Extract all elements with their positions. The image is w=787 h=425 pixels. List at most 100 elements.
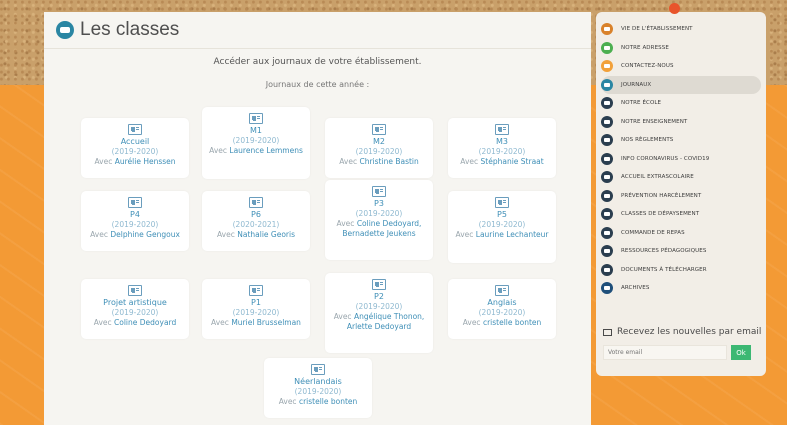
journal-icon (311, 364, 325, 375)
class-teacher: Stéphanie Straat (480, 157, 544, 166)
class-teacher: Delphine Gengoux (110, 230, 180, 239)
class-with-label: Avec (339, 157, 358, 166)
class-with-label: Avec (90, 230, 108, 239)
email-input[interactable] (603, 345, 727, 360)
page-title: Les classes (80, 19, 180, 40)
class-year: (2020-2021) (232, 220, 280, 229)
class-teacher: Coline Dedoyard, Bernadette Jeukens (342, 219, 422, 238)
sidebar-item[interactable]: DOCUMENTS À TÉLÉCHARGER (601, 261, 761, 280)
class-card[interactable]: M2 (2019-2020) Avec Christine Bastin (325, 118, 433, 178)
class-with-label: Avec (211, 318, 229, 327)
sidebar-item-label: DOCUMENTS À TÉLÉCHARGER (621, 266, 707, 273)
class-with-label: Avec (336, 219, 355, 228)
ok-button[interactable]: Ok (731, 345, 751, 360)
newspaper-icon (56, 21, 74, 39)
journal-icon (128, 124, 142, 135)
sidebar-item[interactable]: RESSOURCES PÉDAGOGIQUES (601, 242, 761, 261)
sidebar-item[interactable]: JOURNAUX (601, 75, 761, 94)
book-icon (601, 171, 613, 184)
sidebar-item[interactable]: INFO CORONAVIRUS - COVID19 (601, 150, 761, 169)
class-year: (2019-2020) (232, 136, 280, 145)
class-name: Accueil (120, 137, 150, 146)
sidebar-item-label: NOTRE ENSEIGNEMENT (621, 118, 688, 125)
sidebar-item[interactable]: COMMANDE DE REPAS (601, 224, 761, 243)
sidebar-item[interactable]: PRÉVENTION HARCÈLEMENT (601, 187, 761, 206)
class-with-label: Avec (462, 318, 481, 327)
school-icon (601, 23, 613, 36)
class-teacher: Aurélie Henssen (114, 157, 176, 166)
class-year: (2019-2020) (355, 209, 403, 218)
sidebar-item[interactable]: VIE DE L'ÉTABLISSEMENT (601, 20, 761, 39)
sidebar-item-label: PRÉVENTION HARCÈLEMENT (621, 192, 702, 199)
class-name: M3 (496, 137, 508, 146)
class-card[interactable]: M3 (2019-2020) Avec Stéphanie Straat (448, 118, 556, 178)
book-icon (601, 189, 613, 202)
sidebar-item-label: NOS RÈGLEMENTS (621, 137, 674, 144)
class-card[interactable]: M1 (2019-2020) Avec Laurence Lemmens (202, 107, 310, 179)
class-with-label: Avec (455, 230, 474, 239)
class-year: (2019-2020) (111, 220, 159, 229)
class-card[interactable]: P5 (2019-2020) Avec Laurine Lechanteur (448, 191, 556, 263)
book-icon (601, 152, 613, 165)
book-icon (601, 263, 613, 276)
journal-icon (128, 285, 142, 296)
sidebar-item-label: COMMANDE DE REPAS (621, 229, 685, 236)
journal-icon (495, 124, 509, 135)
sidebar-item[interactable]: NOTRE ÉCOLE (601, 94, 761, 113)
journal-icon (495, 197, 509, 208)
newspaper-icon (601, 78, 613, 91)
class-with-label: Avec (278, 397, 297, 406)
class-teacher: Laurence Lemmens (229, 146, 303, 155)
class-card[interactable]: P2 (2019-2020) Avec Angélique Thonon, Arle… (325, 273, 433, 353)
newsletter-title-text: Recevez les nouvelles par email (617, 327, 762, 337)
sidebar-item[interactable]: CLASSES DE DÉPAYSEMENT (601, 205, 761, 224)
class-teacher: Laurine Lechanteur (475, 230, 549, 239)
sidebar-item-label: NOTRE ADRESSE (621, 44, 669, 51)
class-card[interactable]: Projet artistique (2019-2020) Avec Coline … (81, 279, 189, 339)
class-teacher: Angélique Thonon, Arlette Dedoyard (346, 312, 425, 331)
class-with-label: Avec (216, 230, 235, 239)
class-name: Anglais (487, 298, 517, 307)
class-card[interactable]: Néerlandais (2019-2020) Avec cristelle bon… (264, 358, 372, 418)
class-with-label: Avec (460, 157, 479, 166)
sidebar-item-label: VIE DE L'ÉTABLISSEMENT (621, 26, 693, 33)
class-card[interactable]: P1 (2019-2020) Avec Muriel Brusselman (202, 279, 310, 339)
book-icon (601, 115, 613, 128)
journal-icon (495, 285, 509, 296)
class-teacher: Muriel Brusselman (231, 318, 301, 327)
book-icon (601, 245, 613, 258)
sidebar-item[interactable]: ARCHIVES (601, 279, 761, 298)
class-card[interactable]: P3 (2019-2020) Avec Coline Dedoyard, Berna… (325, 180, 433, 260)
sidebar-tab (672, 300, 694, 320)
class-with-label: Avec (94, 157, 113, 166)
book-icon (601, 208, 613, 221)
class-name: M2 (373, 137, 385, 146)
book-icon (601, 134, 613, 147)
class-year: (2019-2020) (111, 308, 159, 317)
book-icon (601, 226, 613, 239)
journal-icon (372, 186, 386, 197)
class-name: P1 (251, 298, 261, 307)
sidebar-item[interactable]: NOS RÈGLEMENTS (601, 131, 761, 150)
class-year: (2019-2020) (111, 147, 159, 156)
journal-icon (372, 124, 386, 135)
sidebar-item[interactable]: CONTACTEZ-NOUS (601, 57, 761, 76)
newsletter-title: Recevez les nouvelles par email (603, 327, 761, 337)
class-card[interactable]: Anglais (2019-2020) Avec cristelle bonten (448, 279, 556, 339)
class-name: P5 (497, 210, 507, 219)
sidebar-item-label: ARCHIVES (621, 285, 650, 292)
class-name: P6 (251, 210, 261, 219)
class-name: M1 (250, 126, 262, 135)
class-card[interactable]: Accueil (2019-2020) Avec Aurélie Henssen (81, 118, 189, 178)
class-card[interactable]: P4 (2019-2020) Avec Delphine Gengoux (81, 191, 189, 251)
sidebar-item[interactable]: ACCUEIL EXTRASCOLAIRE (601, 168, 761, 187)
page-header: Les classes (44, 12, 591, 49)
sidebar-item[interactable]: NOTRE ADRESSE (601, 39, 761, 58)
class-card[interactable]: P6 (2020-2021) Avec Nathalie Georis (202, 191, 310, 251)
sidebar-item[interactable]: NOTRE ENSEIGNEMENT (601, 113, 761, 132)
class-year: (2019-2020) (478, 220, 526, 229)
class-teacher: Coline Dedoyard (114, 318, 177, 327)
class-year: (2019-2020) (478, 308, 526, 317)
journal-icon (249, 197, 263, 208)
class-with-label: Avec (333, 312, 352, 321)
